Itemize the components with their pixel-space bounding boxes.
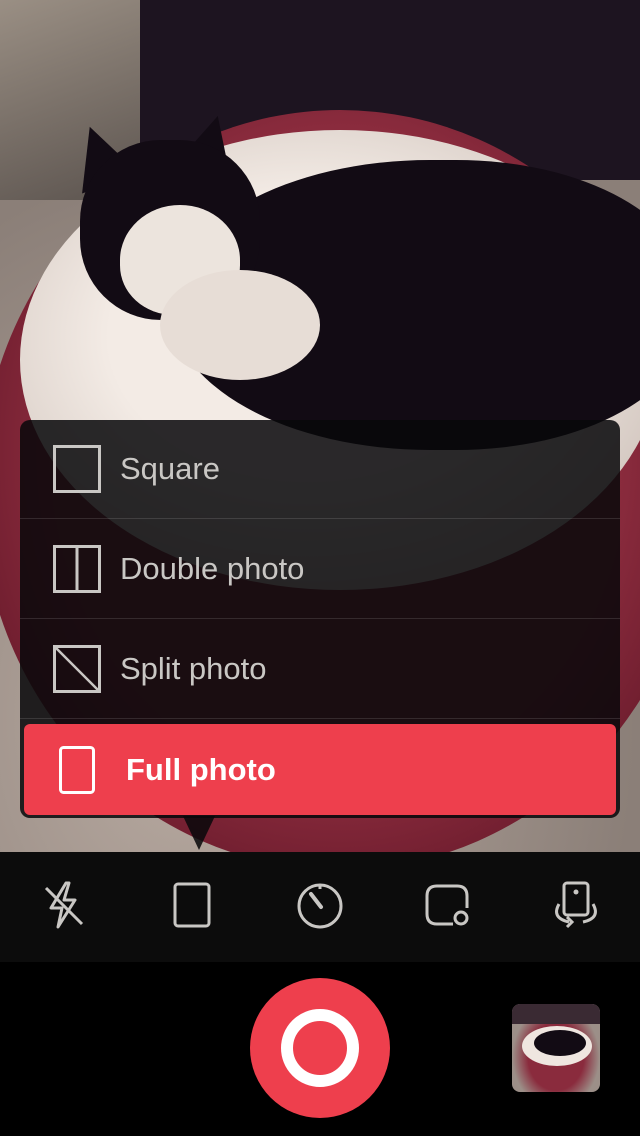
menu-item-label: Square (120, 451, 220, 486)
switch-camera-icon (549, 880, 603, 935)
menu-item-double-photo[interactable]: Double photo (20, 520, 620, 619)
double-photo-icon (53, 545, 101, 593)
menu-pointer (183, 816, 215, 850)
menu-item-square[interactable]: Square (20, 420, 620, 519)
format-button[interactable] (162, 877, 222, 937)
menu-item-label: Double photo (120, 551, 305, 586)
menu-item-split-photo[interactable]: Split photo (20, 620, 620, 719)
last-photo-thumbnail[interactable] (512, 1004, 600, 1092)
format-icon (173, 882, 211, 933)
timer-icon (295, 880, 345, 935)
thumbnail-cat (534, 1030, 586, 1056)
menu-item-full-photo[interactable]: Full photo (24, 724, 616, 815)
camera-toolbar (0, 852, 640, 962)
shutter-ring-icon (281, 1009, 359, 1087)
menu-item-label: Split photo (120, 651, 267, 686)
preview-cat-chest (160, 270, 320, 380)
shape-button[interactable] (418, 877, 478, 937)
menu-item-label: Full photo (126, 751, 276, 787)
square-format-icon (53, 445, 101, 493)
flash-button[interactable] (34, 877, 94, 937)
split-photo-icon (53, 645, 101, 693)
capture-bar (0, 962, 640, 1136)
thumbnail-wall (512, 1004, 600, 1024)
format-menu: Square Double photo Split photo Full pho… (20, 420, 620, 850)
switch-camera-button[interactable] (546, 877, 606, 937)
shape-icon (423, 880, 473, 935)
timer-button[interactable] (290, 877, 350, 937)
shutter-button[interactable] (250, 978, 390, 1118)
full-photo-icon (59, 745, 107, 794)
flash-off-icon (42, 880, 86, 935)
